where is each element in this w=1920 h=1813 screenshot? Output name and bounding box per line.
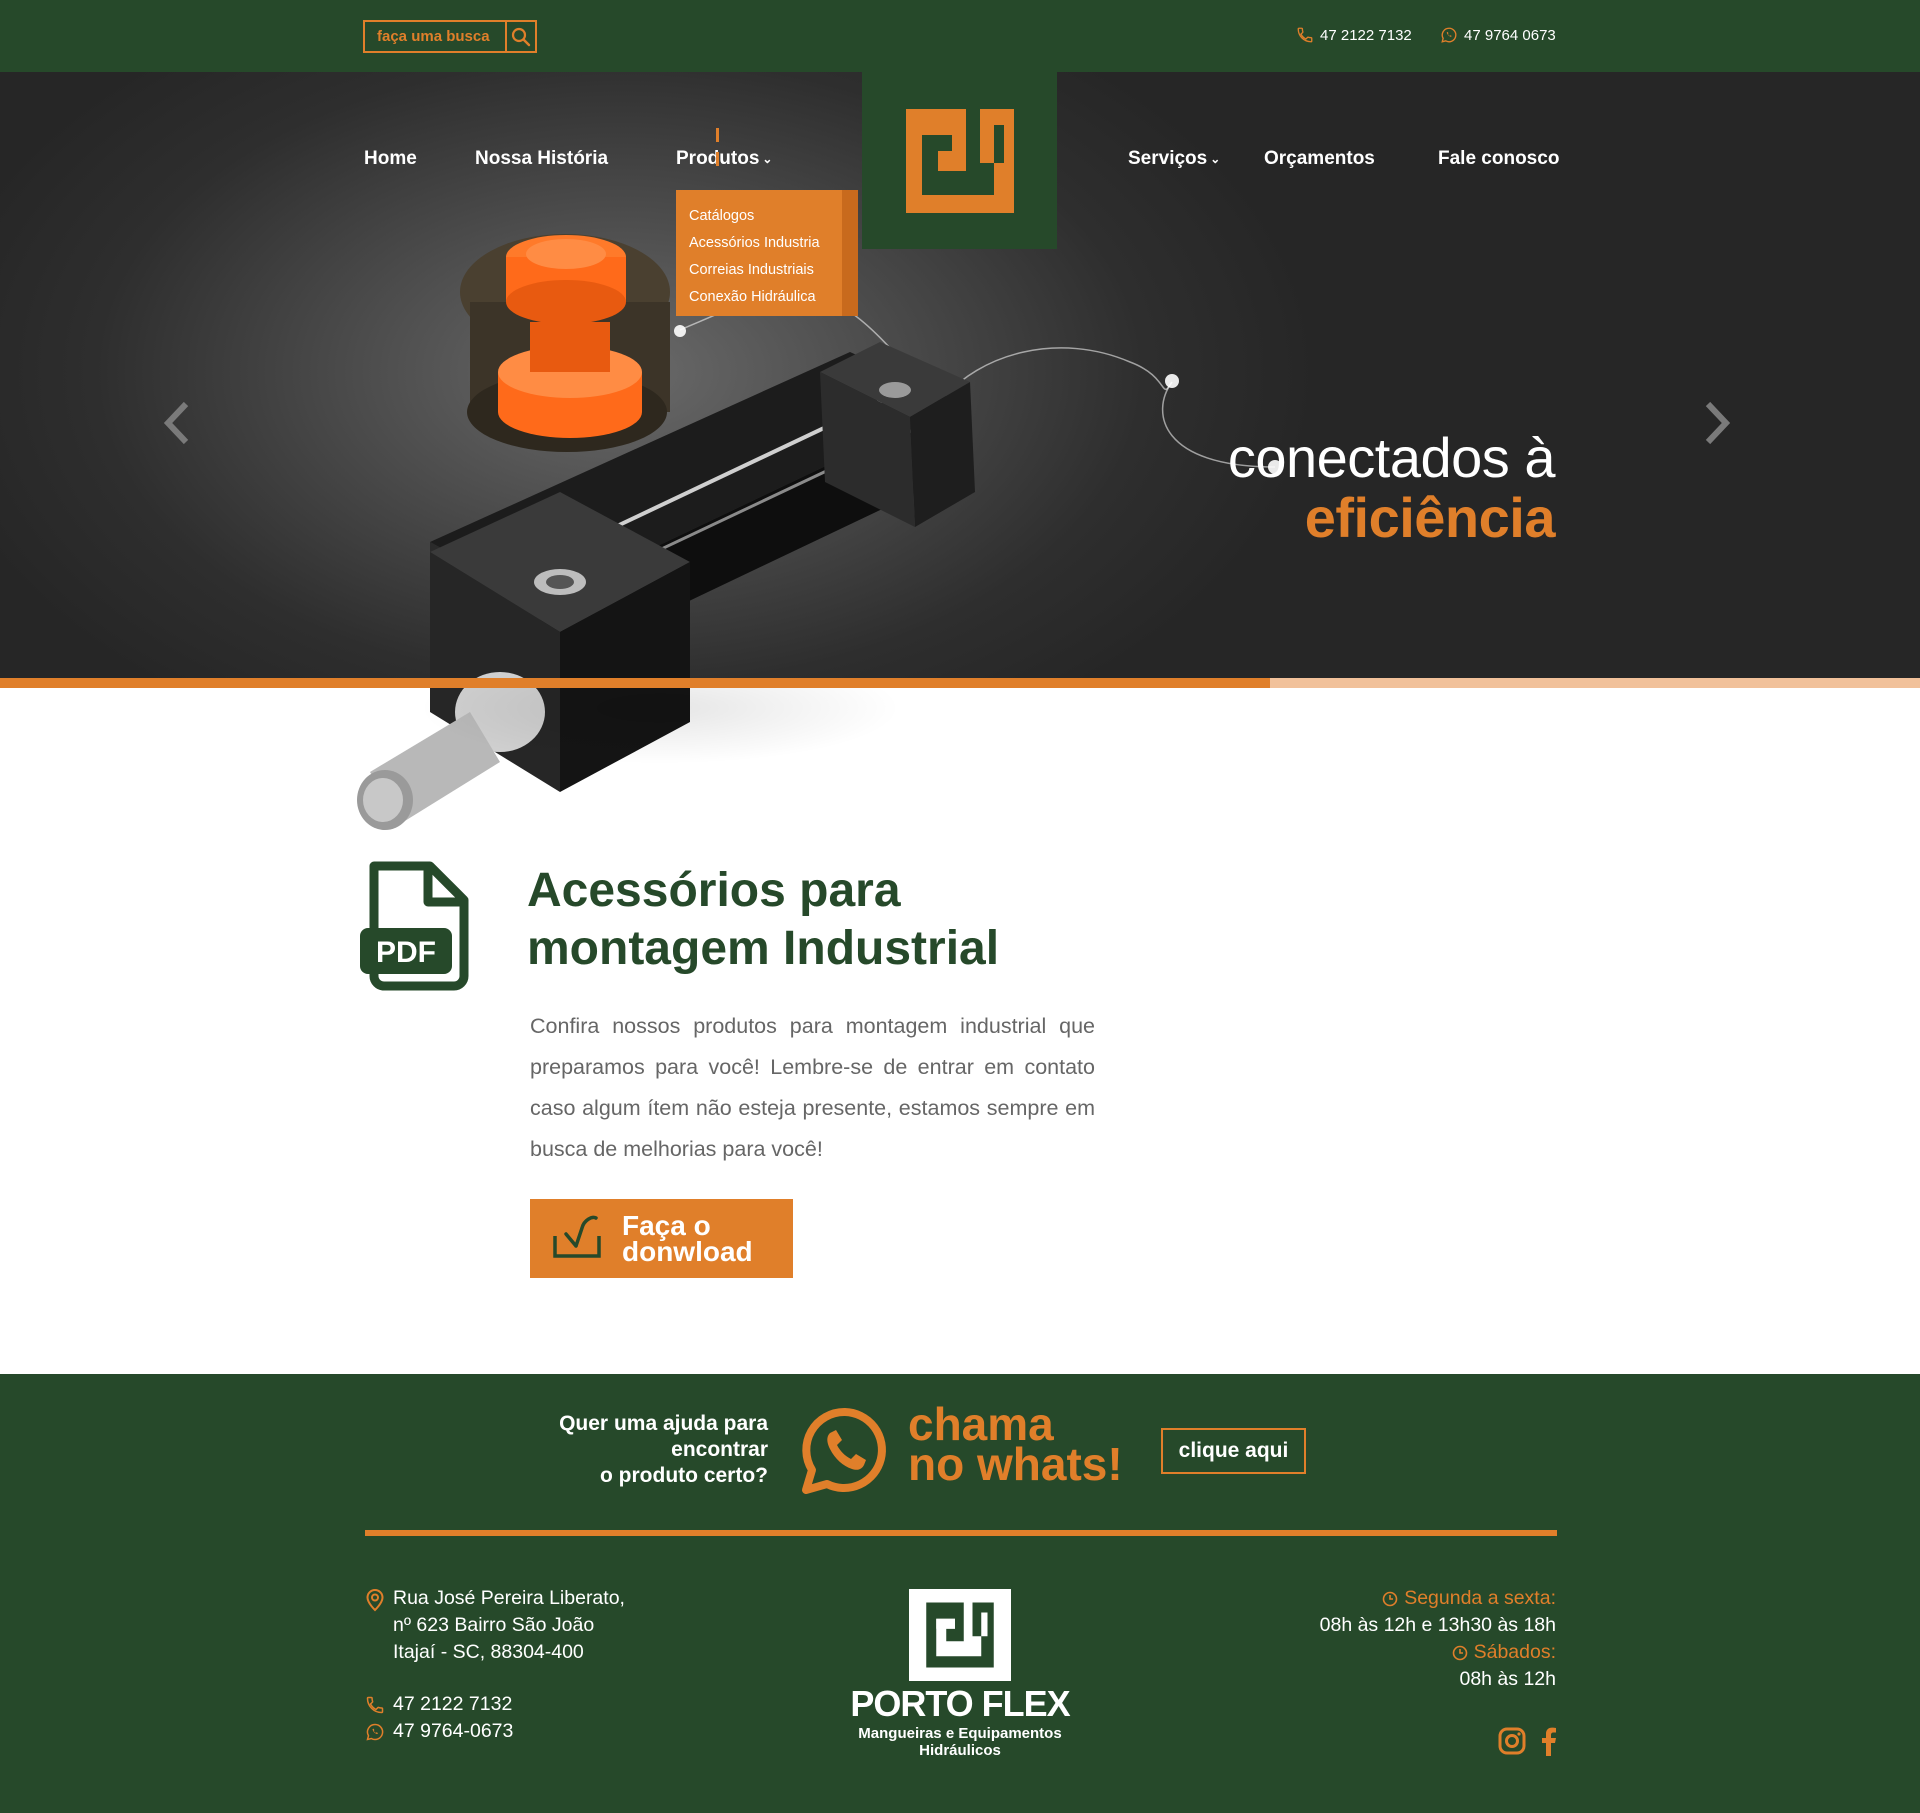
whatsapp-large-icon[interactable] [800,1406,890,1501]
carousel-next-arrow[interactable] [1700,398,1734,453]
porto-flex-logo-icon [905,108,1014,213]
clique-aqui-button[interactable]: clique aqui [1161,1428,1306,1474]
hours-weekday-label: Segunda a sexta: [1320,1585,1556,1612]
location-pin-icon [366,1588,384,1612]
product-shadow [330,688,1030,848]
hours-saturday-label: Sábados: [1320,1639,1556,1666]
tagline-line2: eficiência [1304,486,1556,549]
search-box [363,20,537,53]
top-phone[interactable]: 47 2122 7132 [1296,26,1412,44]
whatsapp-icon [366,1723,384,1741]
page-title: Acessórios para montagem Industrial [527,864,1000,975]
brand-sub-line1: Mangueiras e Equipamentos [858,1725,1062,1742]
footer-logo[interactable] [909,1589,1011,1681]
footer-phone[interactable]: 47 2122 7132 [365,1691,513,1718]
search-button[interactable] [505,22,535,51]
nav-fale-conosco[interactable]: Fale conosco [1438,148,1559,170]
footer-whatsapp[interactable]: 47 9764-0673 [365,1718,513,1745]
top-whatsapp[interactable]: 47 9764 0673 [1440,26,1556,44]
dropdown-item-catalogos[interactable]: Catálogos⌄ [676,202,858,229]
help-text: Quer uma ajuda para encontrar o produto … [468,1411,768,1489]
dropdown-item-label: Acessórios Industria [689,234,820,251]
nav-home[interactable]: Home [364,148,417,170]
pdf-icon-label: PDF [376,936,436,969]
address-line1: Rua José Pereira Liberato, [393,1587,625,1609]
whatsapp-icon [1441,27,1457,43]
clock-icon [1382,1591,1398,1606]
download-button-label: Faça o donwload [622,1209,753,1267]
hours-label1: Segunda a sexta: [1404,1587,1556,1609]
footer-brand-subtitle: Mangueiras e Equipamentos Hidráulicos [800,1725,1120,1759]
chevron-down-icon: ⌄ [762,152,773,166]
dropdown-scrollbar[interactable] [842,190,858,316]
nav-servicos-label: Serviços [1128,148,1208,169]
search-input[interactable] [365,22,505,51]
social-links [1497,1726,1557,1756]
dropdown-item-label: Correias Industriais [689,261,814,278]
hero-progress-bar [0,678,1270,688]
search-icon [511,27,531,46]
footer-divider [365,1530,1557,1536]
chama-no-whats: chama no whats! [908,1401,1123,1490]
nav-active-indicator [716,128,719,182]
nav-servicos[interactable]: Serviços ⌄ [1128,148,1220,170]
content-description: Confira nossos produtos para montagem in… [530,1014,1095,1161]
footer-brand-name: PORTO FLEX [850,1683,1070,1724]
nav-produtos[interactable]: Produtos⌄ [676,148,772,170]
chevron-left-icon [163,401,189,445]
dropdown-item-label: Conexão Hidráulica [689,288,816,305]
download-icon [552,1212,602,1265]
facebook-icon[interactable] [1539,1726,1557,1756]
nav-nossa-historia[interactable]: Nossa História [475,148,608,170]
hero-tagline: conectados à eficiência [1227,426,1556,549]
dropdown-item-correias[interactable]: Correias Industriais⌄ [676,256,858,283]
help-line2: encontrar [671,1438,768,1461]
chevron-down-icon: ⌄ [1210,152,1221,166]
dropdown-item-acessorios[interactable]: Acessórios Industria⌄ [676,229,858,256]
produtos-dropdown: Catálogos⌄ Acessórios Industria⌄ Correia… [676,190,858,316]
address-line3: Itajaí - SC, 88304-400 [393,1641,584,1663]
footer-whatsapp-number: 47 9764-0673 [393,1720,514,1742]
instagram-icon[interactable] [1497,1726,1527,1756]
opening-hours: Segunda a sexta: 08h às 12h e 13h30 às 1… [1320,1585,1556,1693]
top-bar [0,0,1920,72]
phone-icon [366,1696,384,1713]
top-phone-number: 47 2122 7132 [1320,26,1412,44]
footer-phone-number: 47 2122 7132 [393,1693,513,1715]
address-line2: nº 623 Bairro São João [393,1614,595,1636]
help-line1: Quer uma ajuda para [559,1412,768,1435]
footer-address: Rua José Pereira Liberato, nº 623 Bairro… [365,1585,625,1666]
chama-line2: no whats! [908,1438,1123,1490]
top-whatsapp-number: 47 9764 0673 [1464,26,1556,44]
dropdown-item-conexao[interactable]: Conexão Hidráulica⌄ [676,283,858,310]
footer-phones: 47 2122 7132 47 9764-0673 [365,1691,513,1745]
site-logo[interactable] [862,72,1057,249]
chevron-right-icon [1705,401,1731,445]
clock-icon [1452,1645,1467,1660]
hero-progress-track [1270,678,1920,688]
carousel-prev-arrow[interactable] [160,398,194,453]
brand-sub-line2: Hidráulicos [919,1742,1001,1759]
tagline-line1: conectados à [1227,426,1556,489]
hours-value1: 08h às 12h e 13h30 às 18h [1319,1614,1556,1636]
porto-flex-logo-icon [926,1602,994,1668]
help-line3: o produto certo? [600,1464,768,1487]
nav-orcamentos[interactable]: Orçamentos [1264,148,1375,170]
dropdown-item-label: Catálogos [689,207,755,224]
download-button[interactable]: Faça o donwload [530,1199,793,1278]
hours-value2: 08h às 12h [1459,1668,1556,1690]
phone-icon [1297,27,1313,43]
pdf-icon: PDF [360,858,472,998]
hours-label2: Sábados: [1473,1641,1556,1663]
